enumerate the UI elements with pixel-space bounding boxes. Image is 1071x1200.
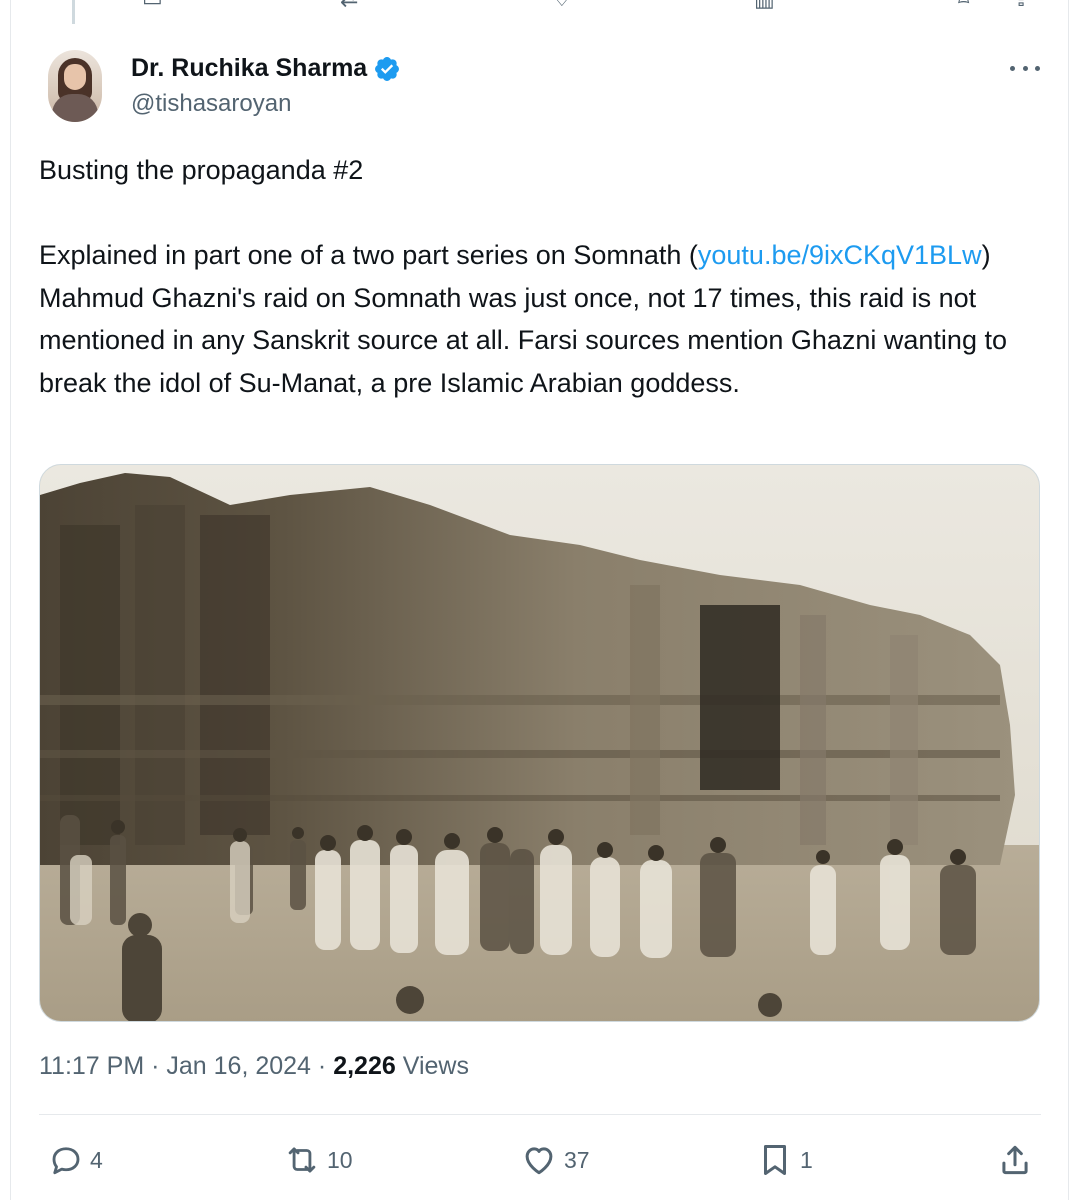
reply-icon [52, 1147, 80, 1175]
tweet-text: Busting the propaganda #2 Explained in p… [39, 149, 1029, 405]
like-count: 37 [564, 1146, 590, 1173]
views-label: Views [402, 1052, 469, 1080]
bookmark-icon [763, 1145, 787, 1175]
author-handle[interactable]: @tishasaroyan [131, 90, 291, 118]
more-options-icon[interactable] [1010, 56, 1040, 80]
views-count: 2,226 [333, 1052, 396, 1080]
repost-button[interactable]: 10 [283, 1140, 353, 1180]
avatar[interactable] [48, 50, 102, 122]
reply-count: 4 [90, 1146, 103, 1173]
like-button[interactable]: 37 [520, 1140, 590, 1180]
views-icon[interactable]: ▥ [754, 0, 775, 12]
repost-icon[interactable]: ⇄ [340, 0, 358, 12]
reply-button[interactable]: 4 [48, 1140, 103, 1180]
reply-icon[interactable]: ▭ [142, 0, 163, 12]
share-button[interactable] [996, 1140, 1034, 1180]
bookmark-icon[interactable]: ⌑ [958, 0, 969, 12]
tweet-image[interactable] [39, 464, 1040, 1022]
temple-ruins-photo [40, 465, 1039, 1021]
tweet-body: Explained in part one of a two part seri… [39, 240, 1007, 398]
heart-icon[interactable]: ♡ [552, 0, 572, 12]
bookmark-button[interactable]: 1 [756, 1140, 813, 1180]
author-name-row[interactable]: Dr. Ruchika Sharma [131, 54, 401, 83]
tweet-line-1: Busting the propaganda #2 [39, 155, 364, 185]
repost-count: 10 [327, 1146, 353, 1173]
share-icon[interactable]: ⇪ [1012, 0, 1030, 12]
tweet-meta: 11:17 PM · Jan 16, 2024 · 2,226 Views [39, 1052, 469, 1080]
tweet-time[interactable]: 11:17 PM [39, 1052, 144, 1080]
tweet-link[interactable]: youtu.be/9ixCKqV1BLw [698, 240, 982, 270]
verified-badge-icon [373, 55, 401, 83]
share-icon [1002, 1145, 1028, 1175]
previous-tweet-actions-clipped: ▭ ⇄ ♡ ▥ ⌑ ⇪ [0, 0, 1071, 12]
divider [39, 1114, 1041, 1115]
bookmark-count: 1 [800, 1146, 813, 1173]
tweet-date[interactable]: Jan 16, 2024 [166, 1052, 311, 1080]
repost-icon [288, 1147, 316, 1173]
author-display-name[interactable]: Dr. Ruchika Sharma [131, 54, 367, 83]
heart-icon [525, 1147, 553, 1175]
